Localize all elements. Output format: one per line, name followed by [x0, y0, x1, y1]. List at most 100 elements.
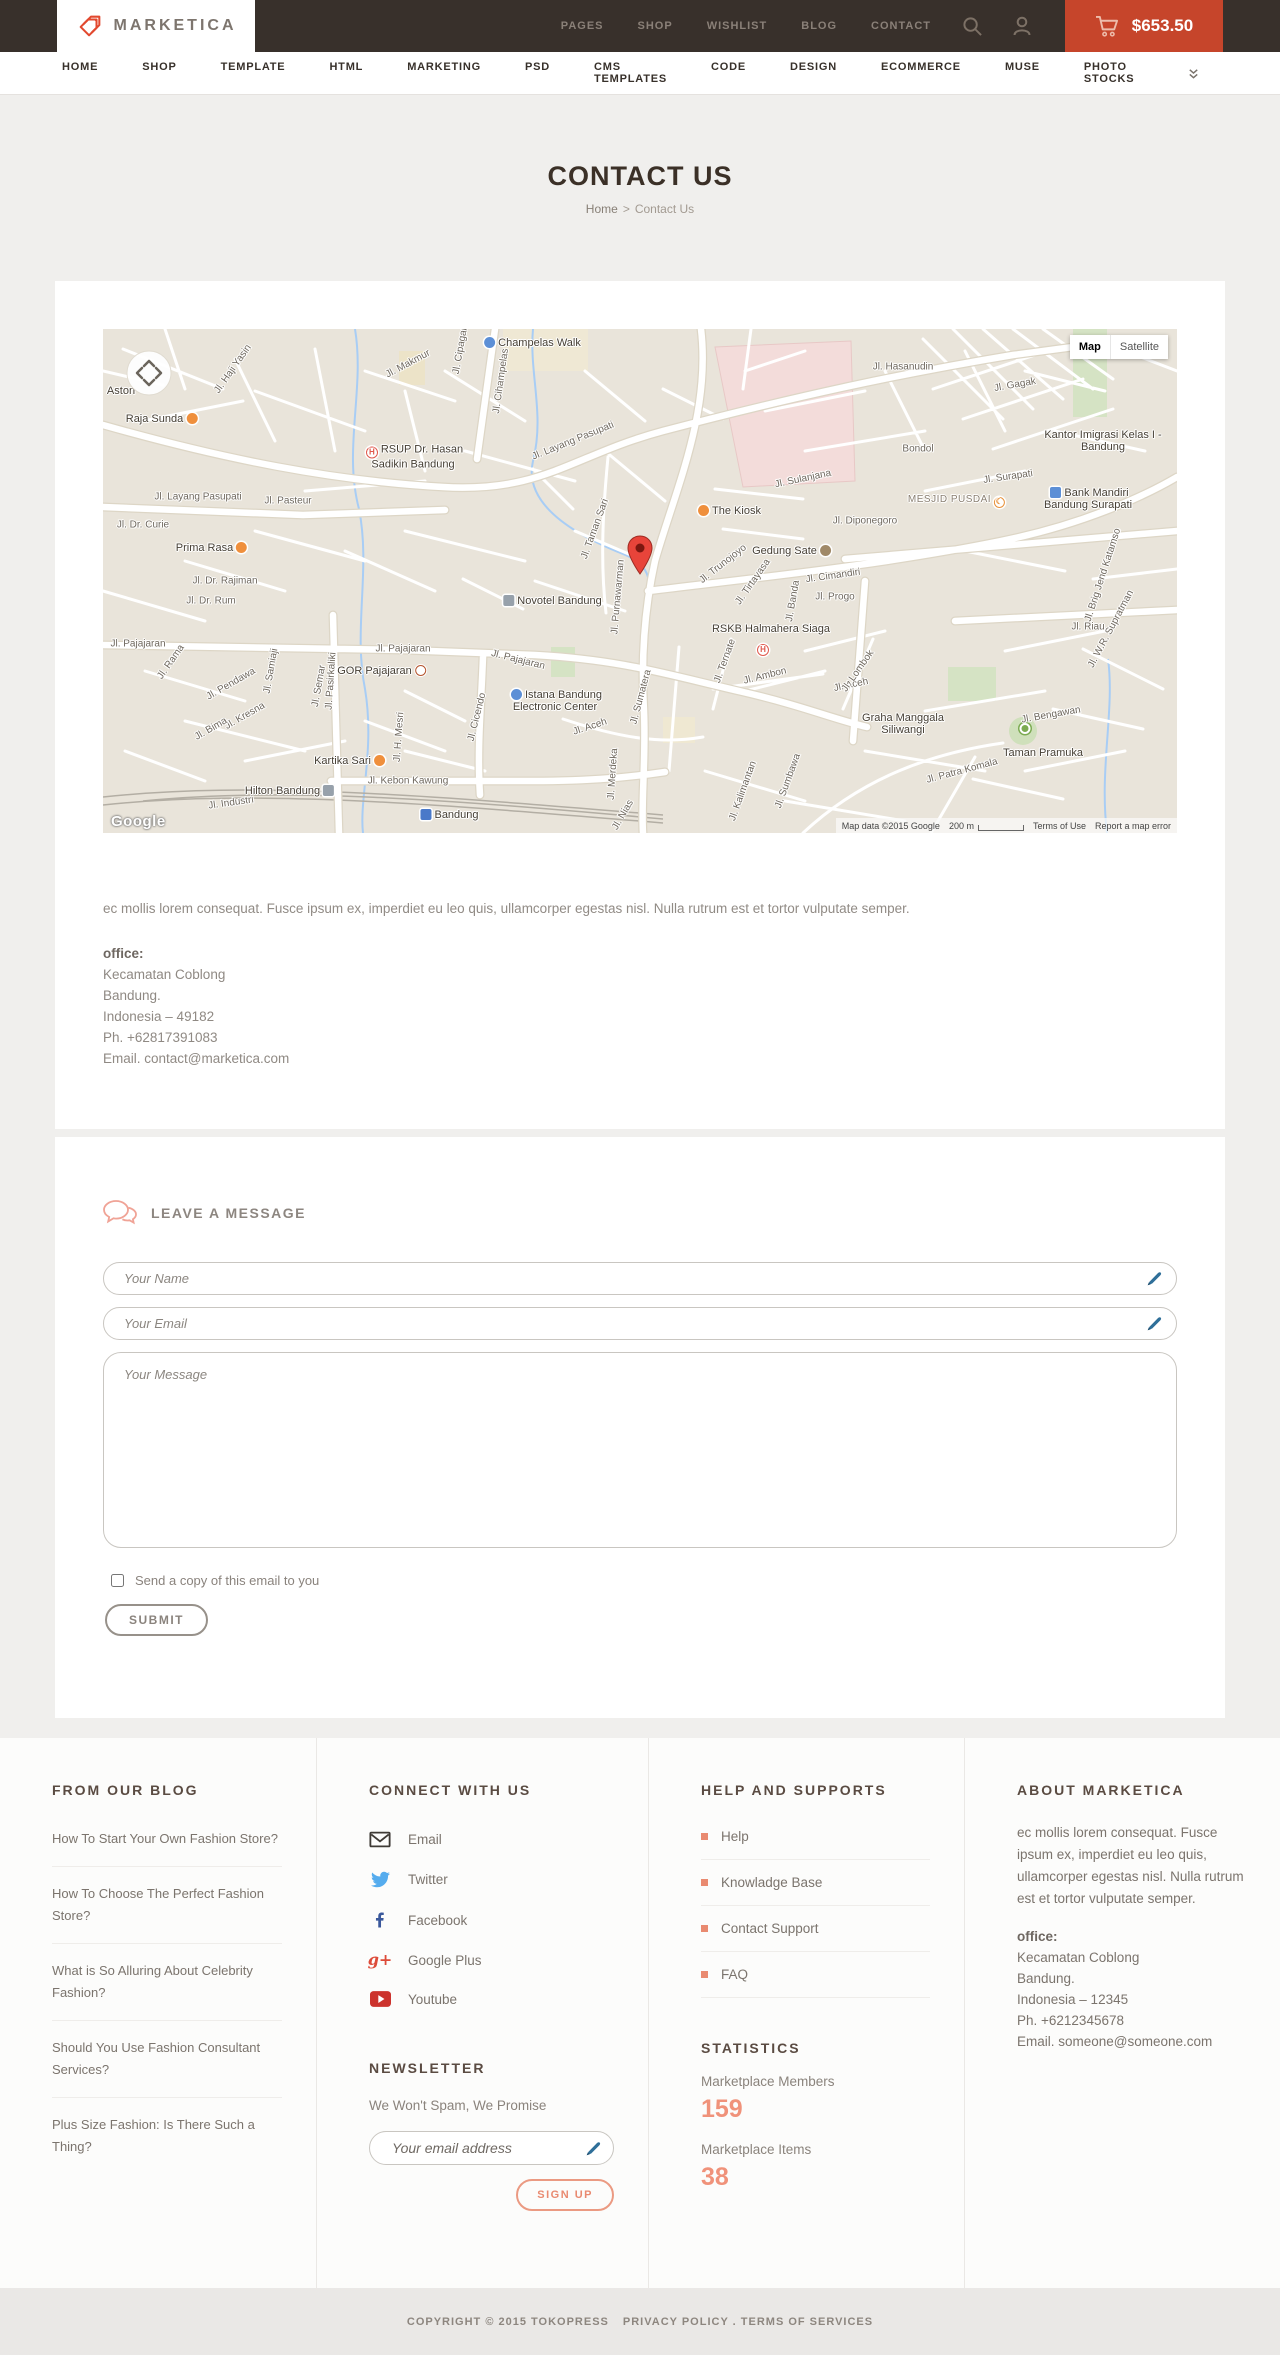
- search-icon[interactable]: [962, 16, 983, 37]
- stat-value: 159: [701, 2095, 743, 2123]
- topnav-marketing[interactable]: MARKETING: [407, 61, 481, 85]
- about-office-block: office: Kecamatan Coblong Bandung. Indones…: [1017, 1926, 1246, 2052]
- topnav-template[interactable]: TEMPLATE: [221, 61, 286, 85]
- terms-of-services-link[interactable]: TERMS OF SERVICES: [741, 2316, 873, 2328]
- privacy-policy-link[interactable]: PRIVACY POLICY: [623, 2316, 729, 2328]
- map-marker-pin[interactable]: [627, 535, 653, 575]
- connect-label: Twitter: [408, 1872, 448, 1887]
- topnav-design[interactable]: DESIGN: [790, 61, 837, 85]
- connect-email[interactable]: Email: [369, 1820, 614, 1859]
- header-nav-blog[interactable]: BLOG: [801, 20, 837, 32]
- twitter-icon: [369, 1870, 391, 1889]
- office-lines: Kecamatan Coblong Bandung. Indonesia – 491…: [103, 964, 1177, 1069]
- map-label-champelas-walk: Champelas Walk: [481, 337, 581, 349]
- category-nav: HOME SHOP TEMPLATE HTML MARKETING PSD CMS TEMP…: [0, 52, 1280, 95]
- map-scale-bar: [977, 824, 1024, 831]
- topnav-muse[interactable]: MUSE: [1005, 61, 1040, 85]
- google-plus-icon: g+: [367, 1950, 393, 1969]
- leave-message-card: LEAVE A MESSAGE Send a copy of this emai…: [55, 1137, 1225, 1718]
- bullet-icon: [701, 1925, 708, 1932]
- header-nav-wishlist[interactable]: WISHLIST: [707, 20, 768, 32]
- connect-twitter[interactable]: Twitter: [369, 1859, 614, 1900]
- help-link-faq[interactable]: FAQ: [701, 1952, 930, 1998]
- name-input[interactable]: [103, 1262, 1177, 1295]
- topnav-html[interactable]: HTML: [329, 61, 363, 85]
- topnav-ecommerce[interactable]: ECOMMERCE: [881, 61, 961, 85]
- map-label-jl-pajajaran: Jl. Pajajaran: [110, 638, 166, 650]
- map-view-button[interactable]: Map: [1069, 335, 1110, 359]
- newsletter-email-input[interactable]: [369, 2131, 614, 2165]
- map-label-jl-pajajaran: Jl. Pajajaran: [375, 643, 431, 655]
- signup-button[interactable]: SIGN UP: [516, 2179, 614, 2211]
- office-line: Email. contact@marketica.com: [103, 1051, 290, 1066]
- user-account-icon[interactable]: [1011, 15, 1033, 37]
- map-attribution: Map data ©2015 Google 200 m Terms of Use…: [835, 818, 1177, 833]
- help-label: Help: [721, 1829, 749, 1844]
- header-nav-contact[interactable]: CONTACT: [871, 20, 931, 32]
- chevron-double-down-icon[interactable]: [1187, 67, 1200, 80]
- pen-icon: [1147, 1272, 1162, 1286]
- topnav-code[interactable]: CODE: [711, 61, 746, 85]
- pen-icon: [586, 2142, 601, 2156]
- send-copy-checkbox[interactable]: [111, 1574, 124, 1587]
- map-pan-control[interactable]: [125, 349, 173, 397]
- map-label-rskb-halmahera-siaga: RSKB Halmahera Siaga: [711, 623, 831, 635]
- terms-of-use-link[interactable]: Terms of Use: [1033, 821, 1086, 831]
- shop-icon: [484, 337, 496, 348]
- map-label-taman-pramuka: Taman Pramuka: [1002, 747, 1084, 759]
- help-link-help[interactable]: Help: [701, 1814, 930, 1860]
- stat-value: 38: [701, 2163, 729, 2191]
- footer-about-column: ABOUT MARKETICA ec mollis lorem consequa…: [964, 1738, 1280, 2288]
- connect-youtube[interactable]: Youtube: [369, 1980, 614, 2018]
- map-label-novotel-bandung: Novotel Bandung: [500, 595, 602, 607]
- office-line: Kecamatan Coblong: [1017, 1950, 1140, 1965]
- connect-heading: CONNECT WITH US: [369, 1782, 532, 1798]
- map-label-jl-dr-curie: Jl. Dr. Curie: [116, 519, 170, 531]
- help-link-contact-support[interactable]: Contact Support: [701, 1906, 930, 1952]
- help-list: Help Knowladge Base Contact Support FAQ: [701, 1814, 930, 1998]
- submit-button[interactable]: SUBMIT: [105, 1604, 208, 1636]
- map-label-rsup-dr-hasan-sadikin-bandung: H RSUP Dr. Hasan Sadikin Bandung: [353, 444, 473, 471]
- page-header: CONTACT US Home > Contact Us: [0, 95, 1280, 281]
- map-label-prima-rasa: Prima Rasa: [176, 542, 250, 554]
- contact-info-card: Champelas Walk Jl. Hasanudin Aston Raja Sun…: [55, 281, 1225, 1129]
- map-type-controls: Map Satellite: [1069, 335, 1168, 359]
- header-nav-shop[interactable]: SHOP: [638, 20, 673, 32]
- restaurant-icon: [236, 542, 248, 553]
- topnav-photo-stocks[interactable]: PHOTO STOCKS: [1084, 61, 1143, 85]
- breadcrumb-current: Contact Us: [634, 202, 695, 216]
- email-input[interactable]: [103, 1307, 1177, 1340]
- blog-link-how-to-choose-the-perfect-fash[interactable]: How To Choose The Perfect Fashion Store?: [52, 1867, 282, 1944]
- satellite-view-button[interactable]: Satellite: [1109, 335, 1168, 359]
- map-label-jl-progo: Jl. Progo: [815, 591, 855, 603]
- topnav-cms-templates[interactable]: CMS TEMPLATES: [594, 61, 667, 85]
- blog-link-plus-size-fashion-is-there-suc[interactable]: Plus Size Fashion: Is There Such a Thing…: [52, 2098, 282, 2174]
- blog-link-how-to-start-your-own-fashion-[interactable]: How To Start Your Own Fashion Store?: [52, 1812, 282, 1867]
- connect-google-plus[interactable]: g+ Google Plus: [367, 1940, 614, 1980]
- topnav-home[interactable]: HOME: [62, 61, 98, 85]
- copyright-bar: COPYRIGHT © 2015 TOKOPRESS PRIVACY POLIC…: [0, 2288, 1280, 2355]
- email-field-wrap: [103, 1307, 1177, 1340]
- brand-logo[interactable]: MARKETICA: [57, 0, 255, 52]
- report-map-error-link[interactable]: Report a map error: [1095, 821, 1171, 831]
- bullet-icon: [701, 1971, 708, 1978]
- connect-facebook[interactable]: Facebook: [369, 1900, 614, 1940]
- help-link-knowladge-base[interactable]: Knowladge Base: [701, 1860, 930, 1906]
- map-scale: 200 m: [949, 821, 1024, 831]
- about-office-lines: Kecamatan Coblong Bandung. Indonesia – 123…: [1017, 1947, 1246, 2052]
- topnav-shop[interactable]: SHOP: [142, 61, 176, 85]
- breadcrumb-home-link[interactable]: Home: [586, 202, 618, 216]
- top-header: MARKETICA PAGES SHOP WISHLIST BLOG CONTACT $…: [0, 0, 1280, 52]
- connect-label: Youtube: [408, 1991, 458, 2007]
- statistics-list: Marketplace Members 159 Marketplace Items 3…: [701, 2074, 930, 2192]
- topnav-psd[interactable]: PSD: [525, 61, 550, 85]
- header-nav-pages[interactable]: PAGES: [561, 20, 604, 32]
- stat-label: Marketplace Members: [701, 2074, 835, 2089]
- hotel-icon: [323, 785, 335, 796]
- blog-link-should-you-use-fashion-consult[interactable]: Should You Use Fashion Consultant Servic…: [52, 2021, 282, 2098]
- google-map[interactable]: Champelas Walk Jl. Hasanudin Aston Raja Sun…: [103, 329, 1177, 833]
- message-textarea[interactable]: [103, 1352, 1177, 1548]
- blog-link-what-is-so-alluring-about-cele[interactable]: What is So Alluring About Celebrity Fash…: [52, 1944, 282, 2021]
- cart-button[interactable]: $653.50: [1065, 0, 1223, 52]
- stat-marketplace-items: Marketplace Items 38: [701, 2142, 930, 2192]
